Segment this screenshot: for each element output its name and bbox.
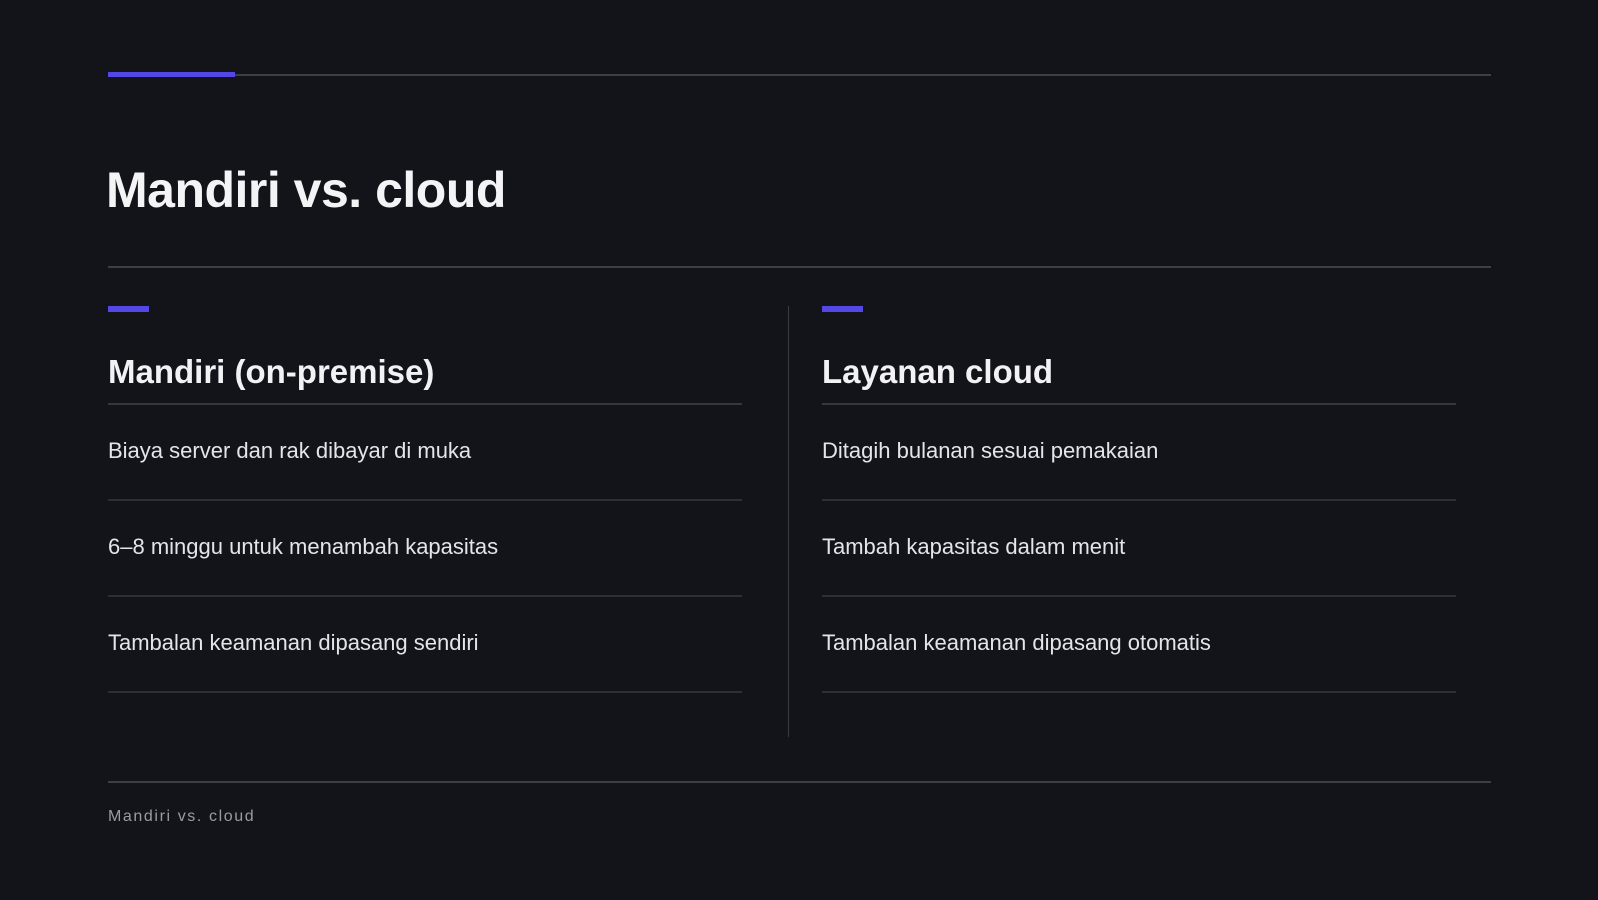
list-item: Tambah kapasitas dalam menit [822, 501, 1456, 597]
list-item-text: Ditagih bulanan sesuai pemakaian [822, 438, 1159, 463]
column-accent-bar [822, 306, 863, 312]
footer-rule [108, 781, 1491, 783]
list-item: Tambalan keamanan dipasang otomatis [822, 597, 1456, 693]
column-heading: Layanan cloud [822, 353, 1054, 390]
list-item: 6–8 minggu untuk menambah kapasitas [108, 501, 742, 597]
list-item-text: Tambalan keamanan dipasang otomatis [822, 630, 1211, 655]
column-on-premise: Mandiri (on-premise) Biaya server dan ra… [108, 306, 742, 693]
top-rule [108, 74, 1491, 76]
footer-label: Mandiri vs. cloud [108, 808, 256, 825]
list-item-text: 6–8 minggu untuk menambah kapasitas [108, 534, 499, 559]
list-item-text: Tambalan keamanan dipasang sendiri [108, 630, 479, 655]
list-item: Ditagih bulanan sesuai pemakaian [822, 405, 1456, 501]
column-accent-bar [108, 306, 149, 312]
column-cloud: Layanan cloud Ditagih bulanan sesuai pem… [822, 306, 1456, 693]
page-title: Mandiri vs. cloud [106, 162, 506, 218]
top-accent-bar [108, 72, 235, 77]
title-divider [108, 266, 1491, 268]
list-item: Biaya server dan rak dibayar di muka [108, 405, 742, 501]
column-divider [788, 306, 789, 737]
list-item-text: Biaya server dan rak dibayar di muka [108, 438, 472, 463]
column-heading: Mandiri (on-premise) [108, 353, 435, 390]
list-item: Tambalan keamanan dipasang sendiri [108, 597, 742, 693]
list-item-text: Tambah kapasitas dalam menit [822, 534, 1126, 559]
